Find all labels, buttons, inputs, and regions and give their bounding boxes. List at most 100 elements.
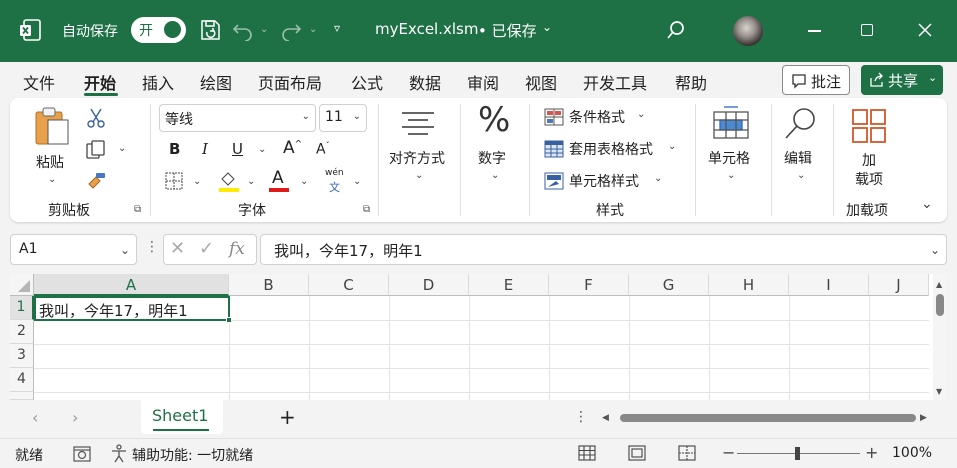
fill-color-icon[interactable] (218, 169, 240, 193)
save-icon[interactable] (198, 18, 222, 42)
search-icon[interactable] (665, 19, 687, 41)
accessibility-status[interactable]: 辅助功能: 一切就绪 (132, 445, 253, 465)
next-sheet-icon[interactable]: › (72, 408, 78, 427)
vertical-scrollbar[interactable]: ▲ ▼ (933, 274, 947, 400)
horizontal-scrollbar[interactable]: ◀ ▶ (598, 410, 938, 426)
sheet-options-icon[interactable]: ⋮ (574, 409, 588, 425)
share-button[interactable]: 共享 ⌄ (861, 65, 943, 95)
scroll-up-icon[interactable]: ▲ (936, 280, 942, 289)
cells-button[interactable]: 单元格 ⌄ (704, 106, 760, 186)
tab-view[interactable]: 视图 (525, 70, 557, 94)
column-header-b[interactable]: B (229, 274, 309, 296)
tab-insert[interactable]: 插入 (142, 70, 174, 94)
undo-icon[interactable] (232, 19, 254, 42)
column-header-g[interactable]: G (629, 274, 709, 296)
decrease-font-icon[interactable]: Aˇ (316, 141, 330, 158)
ribbon-collapse-icon[interactable]: ⌄ (921, 196, 933, 212)
undo-dropdown-icon[interactable]: ⌄ (260, 24, 268, 35)
tab-file[interactable]: 文件 (23, 70, 55, 94)
column-header-f[interactable]: F (549, 274, 629, 296)
cancel-icon[interactable]: ✕ (170, 238, 185, 259)
paste-button[interactable]: 粘贴 ⌄ (32, 106, 76, 186)
underline-dropdown-icon[interactable]: ⌄ (258, 144, 266, 155)
column-header-d[interactable]: D (389, 274, 469, 296)
customize-qat-icon[interactable]: ▿ (334, 21, 340, 35)
borders-dropdown-icon[interactable]: ⌄ (193, 176, 201, 187)
maximize-icon[interactable] (861, 24, 873, 36)
add-sheet-button[interactable]: + (279, 405, 296, 429)
autosave-toggle[interactable]: 开 (131, 17, 186, 43)
insert-function-icon[interactable]: fx (229, 239, 245, 259)
cell-styles-button[interactable]: 单元格样式 ⌄ (544, 170, 684, 192)
prev-sheet-icon[interactable]: ‹ (32, 408, 38, 427)
bold-icon[interactable]: B (169, 140, 180, 158)
phonetic-guide-icon[interactable]: wén 文 (324, 168, 348, 194)
underline-icon[interactable]: U (232, 140, 243, 158)
page-layout-view-icon[interactable] (628, 445, 646, 461)
format-as-table-button[interactable]: 套用表格格式 ⌄ (544, 138, 684, 160)
macro-record-icon[interactable] (73, 446, 91, 462)
addins-button[interactable]: 加 载项 (846, 106, 894, 188)
italic-icon[interactable]: I (202, 140, 208, 158)
column-header-i[interactable]: I (789, 274, 869, 296)
column-header-e[interactable]: E (469, 274, 549, 296)
tab-help[interactable]: 帮助 (675, 70, 707, 94)
scroll-down-icon[interactable]: ▼ (936, 387, 942, 396)
column-header-c[interactable]: C (309, 274, 389, 296)
zoom-in-button[interactable]: + (865, 443, 878, 462)
row-header-3[interactable]: 3 (10, 344, 34, 368)
name-box[interactable]: A1 ⌄ (10, 234, 137, 265)
column-header-j[interactable]: J (869, 274, 929, 296)
minimize-icon[interactable] (808, 30, 821, 32)
sheet-tab-sheet1[interactable]: Sheet1 (141, 400, 223, 434)
number-format-button[interactable]: % 数字 ⌄ (472, 100, 516, 186)
zoom-level[interactable]: 100% (892, 445, 932, 461)
copy-icon[interactable] (85, 139, 107, 161)
column-header-a[interactable]: A (34, 274, 229, 296)
fill-handle[interactable] (226, 317, 232, 323)
clipboard-launcher-icon[interactable]: ⧉ (134, 204, 141, 215)
normal-view-icon[interactable] (578, 445, 596, 461)
increase-font-icon[interactable]: A^ (283, 138, 302, 158)
vertical-scroll-thumb[interactable] (936, 294, 944, 316)
conditional-formatting-button[interactable]: 条件格式 ⌄ (544, 106, 684, 128)
alignment-button[interactable]: 对齐方式 ⌄ (388, 106, 452, 186)
tab-data[interactable]: 数据 (409, 70, 441, 94)
tab-review[interactable]: 审阅 (467, 70, 499, 94)
title-dropdown-icon[interactable]: ⌄ (542, 20, 552, 34)
font-name-select[interactable]: 等线 ⌄ (159, 104, 316, 132)
row-header-4[interactable]: 4 (10, 368, 34, 392)
user-avatar[interactable] (733, 16, 763, 46)
horizontal-scroll-thumb[interactable] (620, 414, 916, 422)
editing-button[interactable]: 编辑 ⌄ (778, 106, 822, 186)
save-status[interactable]: • 已保存 (478, 20, 537, 41)
tab-formulas[interactable]: 公式 (351, 70, 383, 94)
row-header-5[interactable] (10, 392, 34, 400)
comments-button[interactable]: 批注 (782, 65, 850, 95)
scroll-right-icon[interactable]: ▶ (920, 413, 927, 423)
page-break-view-icon[interactable] (678, 445, 696, 461)
formula-input[interactable]: 我叫，今年17，明年1 ⌄ (260, 234, 947, 265)
tab-page-layout[interactable]: 页面布局 (258, 70, 322, 94)
row-header-1[interactable]: 1 (10, 296, 34, 320)
fill-color-dropdown-icon[interactable]: ⌄ (247, 176, 255, 187)
font-color-icon[interactable]: A (268, 168, 290, 193)
row-header-2[interactable]: 2 (10, 320, 34, 344)
worksheet-grid[interactable]: A B C D E F G H I J 1 2 3 4 我叫，今年17，明年1 … (10, 274, 947, 400)
phonetic-dropdown-icon[interactable]: ⌄ (353, 176, 361, 187)
format-painter-icon[interactable] (86, 171, 108, 191)
column-header-h[interactable]: H (709, 274, 789, 296)
redo-dropdown-icon[interactable]: ⌄ (309, 24, 317, 35)
file-name[interactable]: myExcel.xlsm (375, 20, 478, 38)
zoom-out-button[interactable]: − (722, 443, 735, 462)
redo-icon[interactable] (280, 19, 302, 42)
font-color-dropdown-icon[interactable]: ⌄ (300, 176, 308, 187)
select-all-corner[interactable] (10, 274, 34, 296)
cell-a1[interactable]: 我叫，今年17，明年1 (34, 296, 232, 323)
borders-icon[interactable] (164, 171, 184, 191)
accessibility-icon[interactable] (110, 444, 128, 464)
font-size-select[interactable]: 11 ⌄ (319, 104, 367, 132)
zoom-slider-thumb[interactable] (795, 447, 800, 460)
zoom-slider[interactable] (737, 447, 860, 460)
scroll-left-icon[interactable]: ◀ (602, 413, 609, 423)
